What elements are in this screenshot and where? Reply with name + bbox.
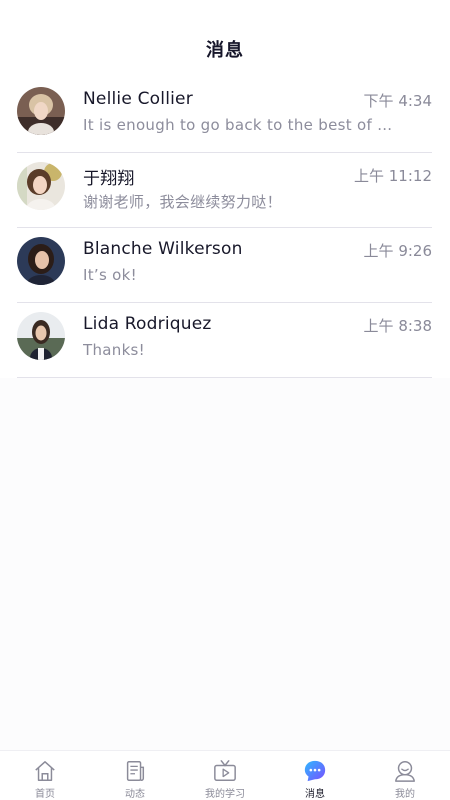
news-icon	[126, 761, 145, 781]
conversation-row[interactable]: 于翔翔 上午 11:12 谢谢老师，我会继续努力哒！	[17, 153, 432, 228]
conversation-row[interactable]: Nellie Collier 下午 4:34 It is enough to g…	[17, 78, 432, 153]
home-icon	[35, 761, 55, 781]
message-time: 上午 8:38	[363, 317, 432, 335]
header: 消息	[0, 0, 450, 78]
contact-name: Lida Rodriquez	[83, 314, 212, 334]
tab-label: 我的学习	[205, 789, 245, 800]
tab-messages[interactable]: 消息	[270, 751, 360, 800]
avatar	[17, 312, 65, 360]
contact-name: Blanche Wilkerson	[83, 239, 243, 259]
tab-label: 首页	[35, 789, 55, 800]
tv-play-icon	[214, 760, 236, 781]
page-title: 消息	[206, 40, 244, 61]
contact-name: 于翔翔	[83, 169, 135, 189]
tab-news[interactable]: 动态	[90, 751, 180, 800]
message-preview: It’s ok!	[83, 266, 137, 284]
tab-my-study[interactable]: 我的学习	[180, 751, 270, 800]
profile-icon	[395, 761, 415, 782]
conversation-row[interactable]: Blanche Wilkerson 上午 9:26 It’s ok!	[17, 228, 432, 303]
conversation-list: Nellie Collier 下午 4:34 It is enough to g…	[0, 78, 450, 378]
message-preview: 谢谢老师，我会继续努力哒！	[83, 193, 282, 211]
tab-label: 我的	[395, 789, 415, 800]
message-time: 下午 4:34	[363, 92, 432, 110]
tab-label: 动态	[125, 789, 145, 800]
contact-name: Nellie Collier	[83, 89, 193, 109]
chat-bubble-icon	[304, 760, 326, 782]
avatar	[17, 237, 65, 285]
tab-label: 消息	[305, 789, 325, 800]
conversation-row[interactable]: Lida Rodriquez 上午 8:38 Thanks!	[17, 303, 432, 378]
avatar	[17, 87, 65, 135]
message-time: 上午 9:26	[363, 242, 432, 260]
avatar	[17, 162, 65, 210]
message-preview: Thanks!	[83, 341, 145, 359]
app-screen: 消息 Nellie Collier 下午 4:34 It is enough t…	[0, 0, 450, 800]
tab-home[interactable]: 首页	[0, 751, 90, 800]
bottom-tab-bar: 首页 动态 我的学习 消息 我的	[0, 750, 450, 800]
message-time: 上午 11:12	[354, 167, 432, 185]
tab-profile[interactable]: 我的	[360, 751, 450, 800]
message-preview: It is enough to go back to the best of …	[83, 116, 393, 134]
